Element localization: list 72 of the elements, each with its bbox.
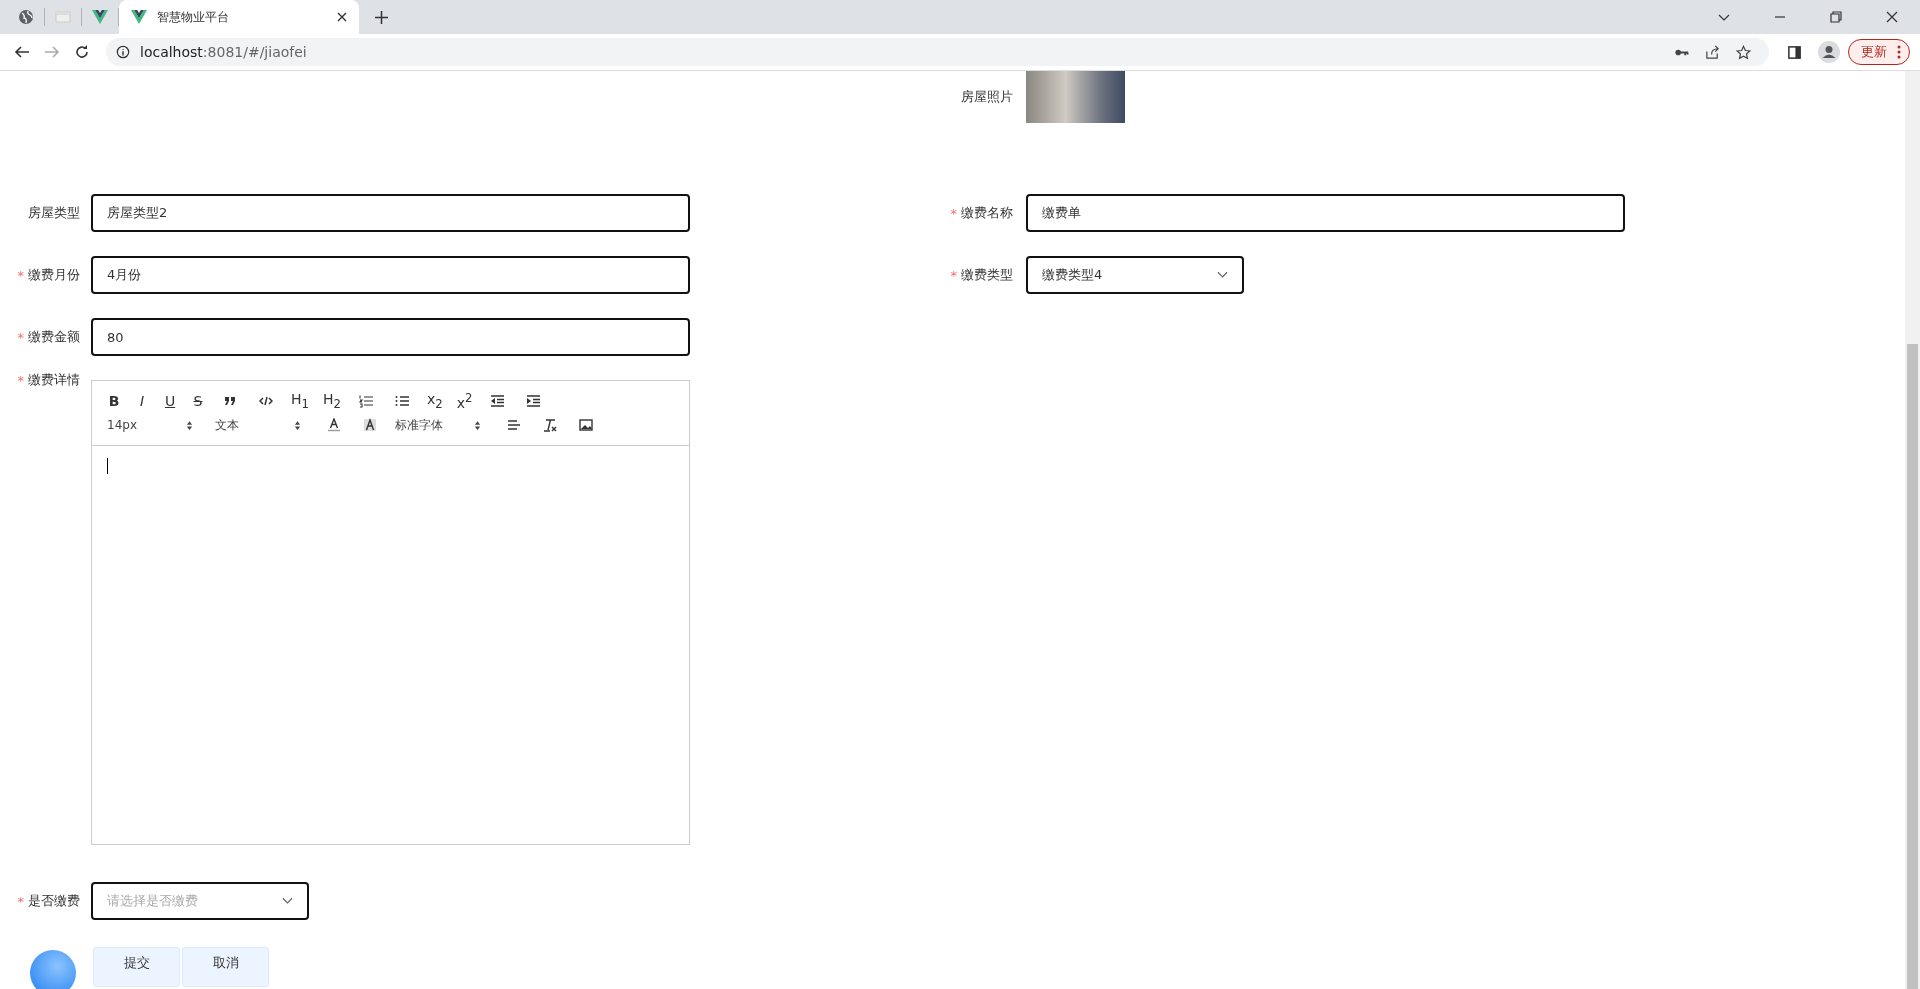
field-label: 缴费类型 xyxy=(961,266,1013,284)
toolbar-dropdown[interactable]: 标准字体 xyxy=(395,416,481,434)
outdent-icon[interactable] xyxy=(490,394,505,408)
more-icon xyxy=(1897,45,1901,59)
close-tab-icon[interactable] xyxy=(337,12,347,22)
tab-title: 智慧物业平台 xyxy=(157,8,230,26)
field-label: 缴费名称 xyxy=(961,204,1013,222)
restore-icon[interactable] xyxy=(1830,11,1842,23)
form-button[interactable]: 提交 xyxy=(93,947,180,987)
new-tab-icon[interactable] xyxy=(375,10,388,24)
toolbar-button[interactable]: H$_{2}$ xyxy=(322,391,341,411)
address-bar[interactable]: localhost:8081/#/jiaofei xyxy=(106,38,1769,66)
url-text: localhost:8081/#/jiaofei xyxy=(140,44,307,60)
input-field[interactable]: 80 xyxy=(91,318,690,356)
sheet-icon xyxy=(55,9,71,25)
field-label: 缴费详情 xyxy=(28,371,80,389)
browser-tab[interactable]: 智慧物业平台 xyxy=(119,0,359,34)
share-icon[interactable] xyxy=(1705,44,1720,60)
toolbar-button[interactable]: I xyxy=(135,393,149,409)
v-logo-icon xyxy=(131,9,147,25)
code-icon[interactable] xyxy=(259,394,273,408)
bullet-list-icon[interactable] xyxy=(394,394,409,408)
clear-format-icon[interactable] xyxy=(543,418,557,432)
select-field[interactable]: 缴费类型4 xyxy=(1026,256,1244,294)
field-label: 房屋类型 xyxy=(28,204,80,222)
image-icon[interactable] xyxy=(579,418,593,432)
required-mark: * xyxy=(17,893,24,909)
text-cursor xyxy=(107,458,108,474)
input-field[interactable]: 4月份 xyxy=(91,256,690,294)
scrollbar-thumb[interactable] xyxy=(1907,344,1918,989)
field-label: 缴费月份 xyxy=(28,266,80,284)
highlight-icon[interactable] xyxy=(363,418,377,432)
info-icon xyxy=(116,45,130,59)
form-button[interactable]: 取消 xyxy=(182,947,269,987)
toolbar-button[interactable]: U xyxy=(163,393,177,409)
indent-icon[interactable] xyxy=(526,394,541,408)
toolbar-dropdown[interactable]: 14px xyxy=(107,418,193,432)
chevron-down-icon xyxy=(282,897,293,905)
sidebar-icon[interactable] xyxy=(1787,44,1802,60)
toolbar-dropdown[interactable]: 文本 xyxy=(215,416,301,434)
quote-icon[interactable] xyxy=(223,394,237,408)
toolbar-button[interactable]: S xyxy=(191,393,205,409)
field-label: 缴费金额 xyxy=(28,328,80,346)
update-button[interactable]: 更新 xyxy=(1848,39,1910,65)
font-color-icon[interactable] xyxy=(327,418,341,432)
required-mark: * xyxy=(17,329,24,345)
toolbar-button[interactable]: B xyxy=(107,393,121,409)
required-mark: * xyxy=(17,267,24,283)
reload-icon[interactable] xyxy=(74,44,90,60)
profile-icon[interactable] xyxy=(1818,41,1840,63)
toolbar-button[interactable]: H$_{1}$ xyxy=(291,391,309,411)
align-left-icon[interactable] xyxy=(507,418,521,432)
chevron-down-icon xyxy=(1217,271,1228,279)
toolbar-button[interactable]: x$_{2}$ xyxy=(426,391,443,411)
required-mark: * xyxy=(950,205,957,221)
required-mark: * xyxy=(17,372,24,388)
field-label: 是否缴费 xyxy=(28,892,80,910)
star-icon[interactable] xyxy=(1736,44,1751,60)
close-icon[interactable] xyxy=(1886,11,1898,23)
input-field[interactable]: 房屋类型2 xyxy=(91,194,690,232)
numbered-list-icon[interactable] xyxy=(358,394,373,408)
input-field[interactable]: 缴费单 xyxy=(1026,194,1625,232)
required-mark: * xyxy=(950,267,957,283)
v-logo-icon xyxy=(92,9,108,25)
sort-arrows-icon xyxy=(186,419,193,431)
floating-ball-icon[interactable] xyxy=(30,950,76,989)
globe-icon xyxy=(18,9,34,25)
back-icon[interactable] xyxy=(14,44,30,60)
sort-arrows-icon xyxy=(294,419,301,431)
field-label: 房屋照片 xyxy=(960,88,1013,106)
sort-arrows-icon xyxy=(474,419,481,431)
toolbar-button[interactable]: x$^{2}$ xyxy=(456,391,473,411)
